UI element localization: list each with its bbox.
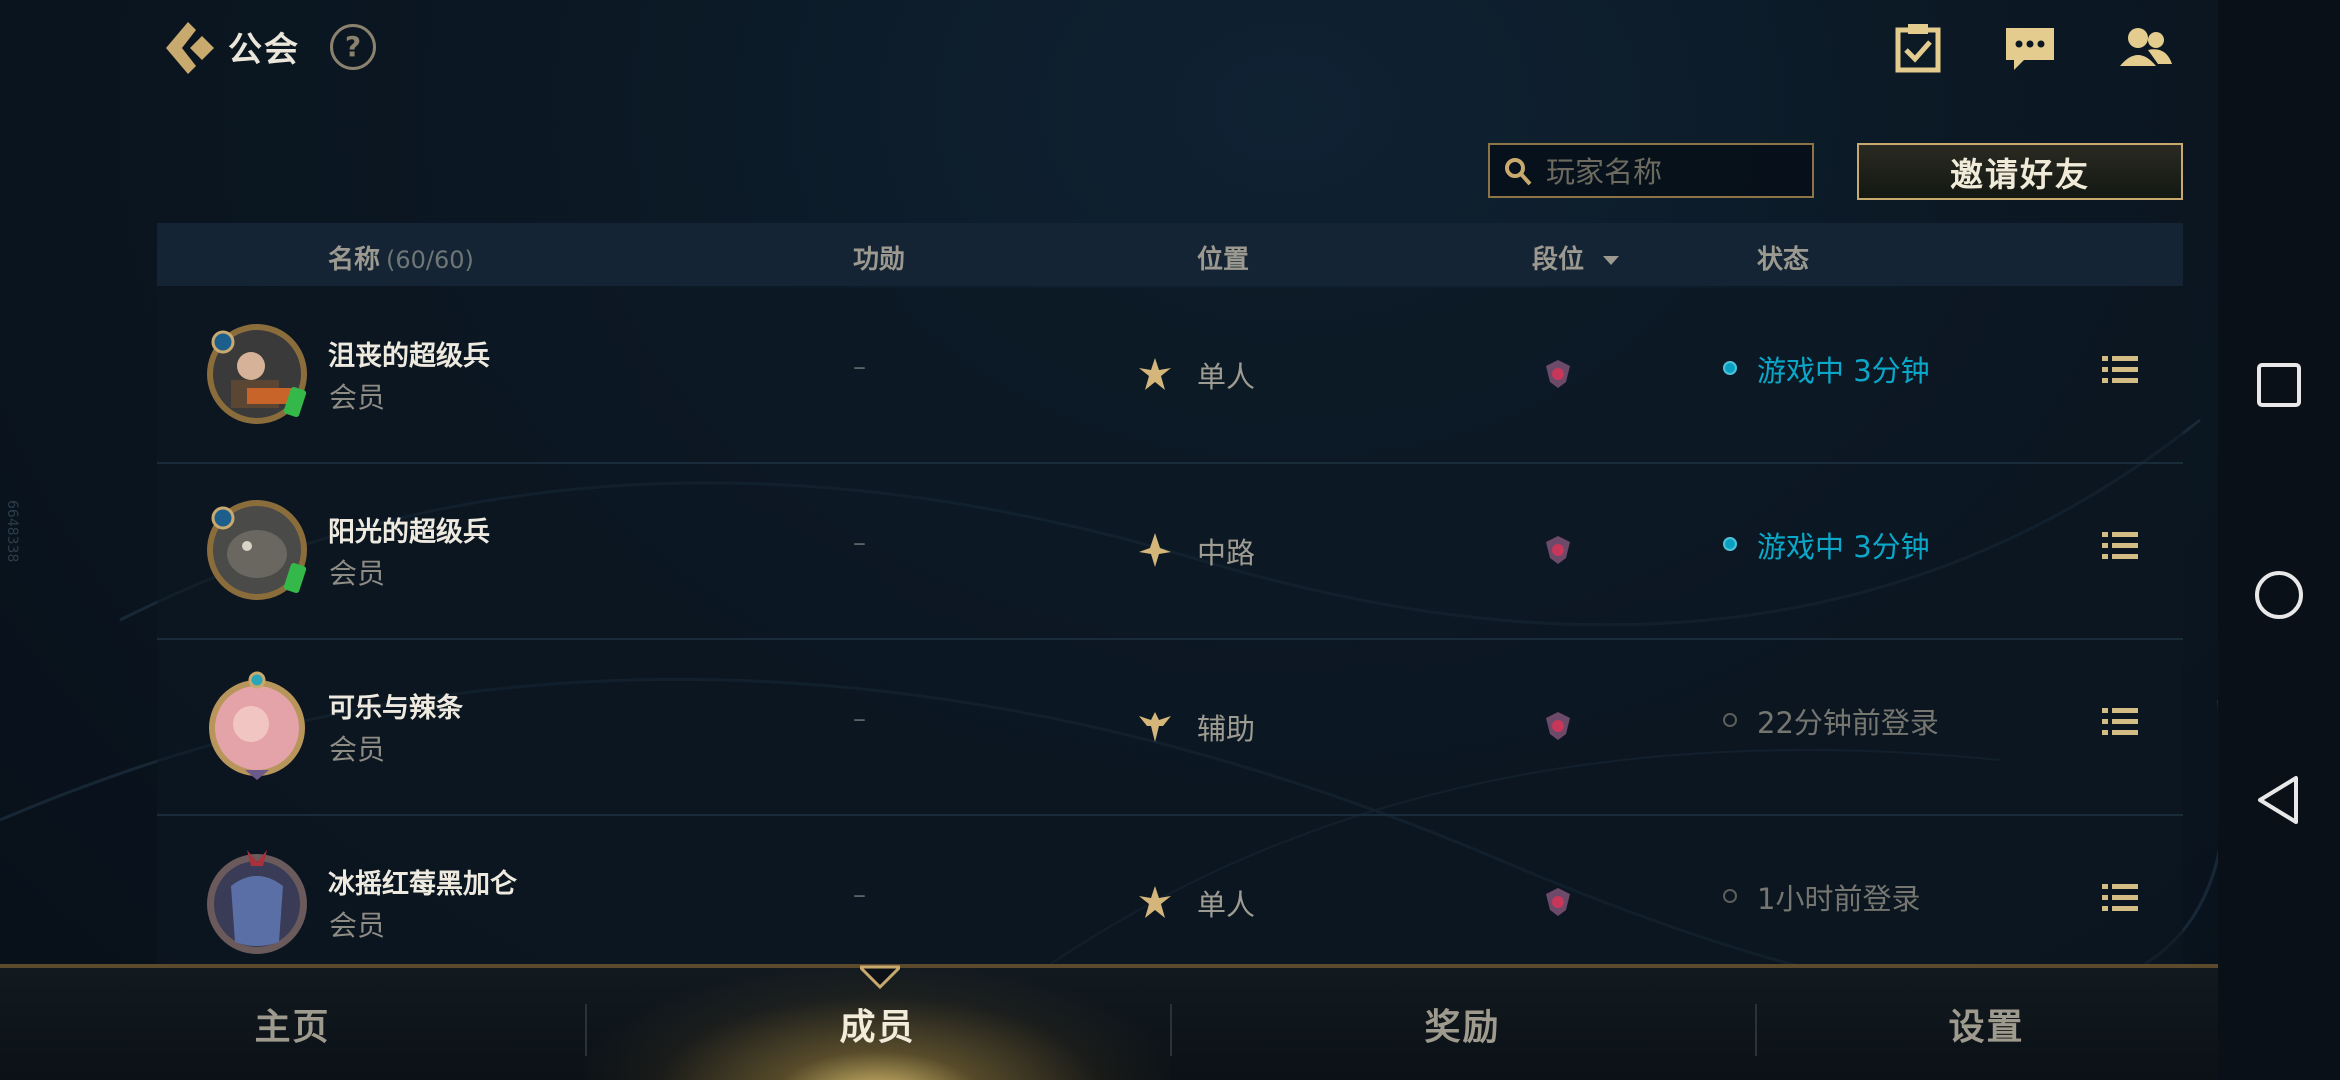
page-title: 公会 bbox=[228, 30, 300, 70]
side-id-text: 6648338 bbox=[4, 500, 20, 563]
chat-icon[interactable] bbox=[2002, 22, 2058, 74]
member-position: 单人 bbox=[1197, 888, 1256, 922]
support-icon bbox=[1139, 712, 1171, 742]
offline-status-dot bbox=[1723, 889, 1737, 903]
member-position: 单人 bbox=[1197, 360, 1256, 394]
rank-emblem-icon bbox=[1546, 888, 1570, 916]
list-menu-icon[interactable] bbox=[2100, 526, 2140, 566]
tab-home[interactable]: 主页 bbox=[0, 968, 585, 1080]
home-icon bbox=[2255, 571, 2303, 619]
rank-emblem-icon bbox=[1546, 712, 1570, 740]
member-status: 22分钟前登录 bbox=[1757, 706, 1939, 740]
home-button[interactable] bbox=[2218, 540, 2340, 650]
avatar bbox=[207, 850, 307, 954]
member-position: 中路 bbox=[1197, 536, 1256, 570]
member-status: 游戏中 3分钟 bbox=[1757, 354, 1930, 388]
rank-emblem-icon bbox=[1546, 360, 1570, 388]
sort-down-icon bbox=[1603, 255, 1620, 265]
back-nav-icon bbox=[2258, 776, 2298, 824]
invite-friends-button[interactable]: 邀请好友 bbox=[1857, 143, 2183, 200]
online-status-dot bbox=[1723, 537, 1737, 551]
friends-icon[interactable] bbox=[2118, 22, 2174, 74]
member-position: 辅助 bbox=[1197, 712, 1256, 746]
member-merit: – bbox=[853, 704, 866, 734]
back-nav-button[interactable] bbox=[2218, 745, 2340, 855]
online-status-dot bbox=[1723, 361, 1737, 375]
member-status: 游戏中 3分钟 bbox=[1757, 530, 1930, 564]
player-search-box[interactable] bbox=[1488, 143, 1814, 198]
column-position: 位置 bbox=[1197, 245, 1250, 275]
list-menu-icon[interactable] bbox=[2100, 350, 2140, 390]
help-icon[interactable]: ? bbox=[330, 24, 376, 70]
solo-lane-icon bbox=[1139, 358, 1171, 390]
member-role: 会员 bbox=[329, 909, 386, 942]
member-role: 会员 bbox=[329, 557, 386, 590]
list-menu-icon[interactable] bbox=[2100, 878, 2140, 918]
member-name: 冰摇红莓黑加仑 bbox=[328, 869, 517, 900]
member-merit: – bbox=[853, 352, 866, 382]
tab-rewards[interactable]: 奖励 bbox=[1170, 968, 1755, 1080]
member-merit: – bbox=[853, 880, 866, 910]
member-row[interactable]: 阳光的超级兵 会员 – 中路 游戏中 3分钟 bbox=[157, 464, 2183, 640]
member-status: 1小时前登录 bbox=[1757, 882, 1921, 916]
column-rank-sort[interactable]: 段位 bbox=[1532, 223, 1620, 286]
member-role: 会员 bbox=[329, 733, 386, 766]
offline-status-dot bbox=[1723, 713, 1737, 727]
member-name: 阳光的超级兵 bbox=[328, 517, 490, 548]
list-menu-icon[interactable] bbox=[2100, 702, 2140, 742]
player-search-input[interactable] bbox=[1544, 145, 1810, 198]
recent-apps-icon bbox=[2257, 363, 2301, 407]
member-merit: – bbox=[853, 528, 866, 558]
app-screen: 公会 ? 邀请好友 名称(60/60) 功勋 位置 段位 状态 bbox=[0, 0, 2218, 1080]
member-row[interactable]: 可乐与辣条 会员 – 辅助 22分钟前登录 bbox=[157, 640, 2183, 816]
column-status: 状态 bbox=[1757, 245, 1810, 275]
avatar bbox=[207, 324, 307, 424]
tab-members[interactable]: 成员 bbox=[585, 968, 1170, 1080]
member-name: 可乐与辣条 bbox=[328, 693, 463, 724]
back-icon[interactable] bbox=[158, 18, 214, 78]
search-icon bbox=[1505, 158, 1532, 186]
mid-lane-icon bbox=[1139, 533, 1171, 567]
recent-apps-button[interactable] bbox=[2218, 330, 2340, 440]
tab-settings[interactable]: 设置 bbox=[1755, 968, 2218, 1080]
column-merit: 功勋 bbox=[853, 245, 906, 275]
column-name: 名称 (60/60) bbox=[328, 245, 474, 275]
system-navigation-bar bbox=[2218, 0, 2340, 1080]
avatar bbox=[207, 500, 307, 600]
member-table-header: 名称 (60/60) 功勋 位置 段位 状态 bbox=[157, 223, 2183, 286]
task-check-icon[interactable] bbox=[1890, 22, 1946, 74]
solo-lane-icon bbox=[1139, 886, 1171, 918]
member-role: 会员 bbox=[329, 381, 386, 414]
member-count: (60/60) bbox=[386, 246, 474, 274]
member-row[interactable]: 沮丧的超级兵 会员 – 单人 游戏中 3分钟 bbox=[157, 288, 2183, 464]
rank-emblem-icon bbox=[1546, 536, 1570, 564]
avatar bbox=[209, 671, 305, 780]
member-name: 沮丧的超级兵 bbox=[328, 341, 490, 372]
